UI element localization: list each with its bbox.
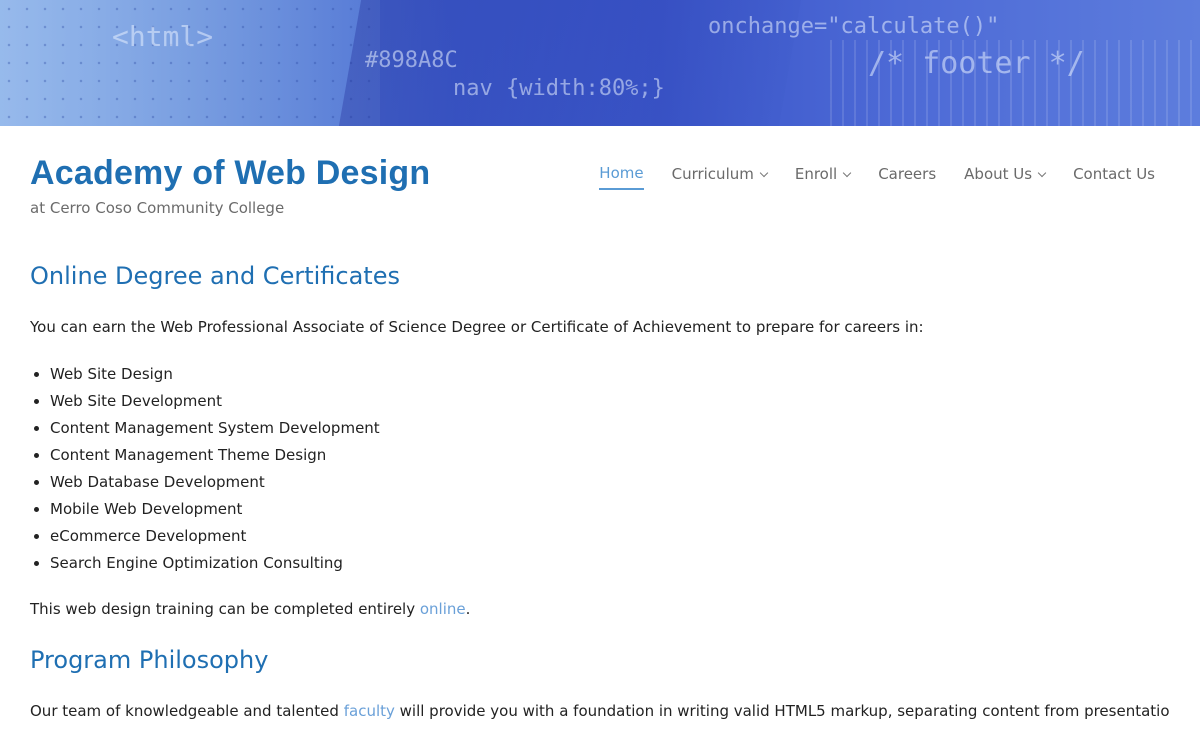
philosophy-text-end: will provide you with a foundation in wr… <box>394 702 1170 720</box>
nav-item-label: Enroll <box>794 165 838 183</box>
list-item: Content Management System Development <box>50 415 1170 442</box>
chevron-down-icon <box>842 168 852 177</box>
banner-code-html: <html> <box>112 20 214 53</box>
nav-item-label: About Us <box>964 165 1033 183</box>
nav-item-contact-us[interactable]: Contact Us <box>1073 165 1155 189</box>
philosophy-paragraph: Our team of knowledgeable and talented f… <box>30 700 1170 722</box>
banner-code-hex: #898A8C <box>365 48 458 73</box>
chevron-down-icon <box>1037 168 1047 177</box>
section-heading-degrees: Online Degree and Certificates <box>30 262 400 290</box>
list-item: Search Engine Optimization Consulting <box>50 550 1170 577</box>
degrees-intro: You can earn the Web Professional Associ… <box>30 318 924 336</box>
banner-code-footer: /* footer */ <box>868 46 1085 81</box>
nav-item-home[interactable]: Home <box>599 164 644 190</box>
online-link[interactable]: online <box>420 600 466 618</box>
site-title[interactable]: Academy of Web Design <box>30 154 430 193</box>
banner-panel-left <box>0 0 380 126</box>
chevron-down-icon <box>759 168 769 177</box>
list-item: Content Management Theme Design <box>50 442 1170 469</box>
online-text-end: . <box>465 600 471 618</box>
list-item: eCommerce Development <box>50 523 1170 550</box>
online-paragraph: This web design training can be complete… <box>30 598 1170 620</box>
list-item: Mobile Web Development <box>50 496 1170 523</box>
nav-item-about-us[interactable]: About Us <box>964 165 1047 189</box>
banner-code-nav: nav {width:80%;} <box>453 76 665 101</box>
banner-code-onchange: onchange="calculate()" <box>708 14 1000 39</box>
nav-item-label: Contact Us <box>1073 165 1155 183</box>
list-item: Web Database Development <box>50 469 1170 496</box>
faculty-link[interactable]: faculty <box>344 702 395 720</box>
nav-item-careers[interactable]: Careers <box>878 165 936 189</box>
site-tagline: at Cerro Coso Community College <box>30 199 285 217</box>
nav-item-curriculum[interactable]: Curriculum <box>671 165 769 189</box>
online-text: This web design training can be complete… <box>30 600 420 618</box>
header-banner: <html> #898A8C nav {width:80%;} onchange… <box>0 0 1200 126</box>
list-item: Web Site Design <box>50 361 1170 388</box>
nav-item-enroll[interactable]: Enroll <box>794 165 852 189</box>
nav-item-label: Home <box>599 164 644 182</box>
careers-list: Web Site Design Web Site Development Con… <box>30 361 1170 577</box>
section-heading-philosophy: Program Philosophy <box>30 646 269 674</box>
list-item: Web Site Development <box>50 388 1170 415</box>
main-navigation: Home Curriculum Enroll Careers About Us … <box>571 164 1155 190</box>
main-content: Online Degree and Certificates You can e… <box>30 262 1170 722</box>
nav-item-label: Curriculum <box>671 165 754 183</box>
philosophy-text: Our team of knowledgeable and talented <box>30 702 344 720</box>
nav-item-label: Careers <box>878 165 937 183</box>
